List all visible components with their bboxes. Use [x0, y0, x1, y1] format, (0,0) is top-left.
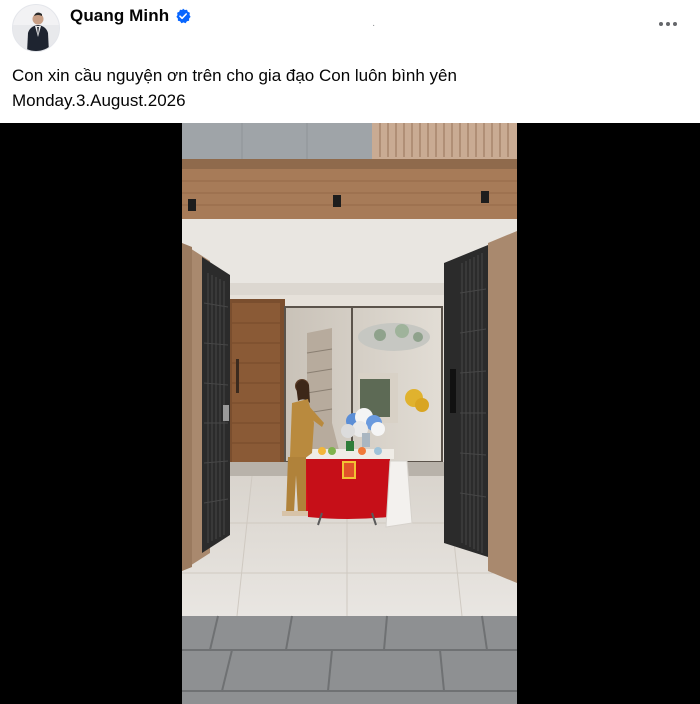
video-frame: [182, 123, 517, 704]
more-options-icon: [659, 22, 663, 26]
caption-line-2: Monday.3.August.2026: [12, 91, 186, 110]
profile-photo-icon: [13, 5, 59, 51]
post-video[interactable]: [0, 123, 700, 704]
author-name[interactable]: Quang Minh: [70, 6, 169, 26]
author-link[interactable]: Quang Minh: [70, 6, 191, 26]
post-caption: Con xin cầu nguyện ơn trên cho gia đạo C…: [12, 63, 688, 113]
avatar[interactable]: [12, 4, 60, 52]
house-entrance-scene-icon: [182, 123, 517, 704]
post-header: Quang Minh ·: [0, 0, 700, 58]
more-options-button[interactable]: [654, 12, 682, 36]
meta-separator: ·: [372, 20, 376, 31]
verified-badge-icon: [176, 8, 191, 24]
caption-line-1: Con xin cầu nguyện ơn trên cho gia đạo C…: [12, 66, 457, 85]
